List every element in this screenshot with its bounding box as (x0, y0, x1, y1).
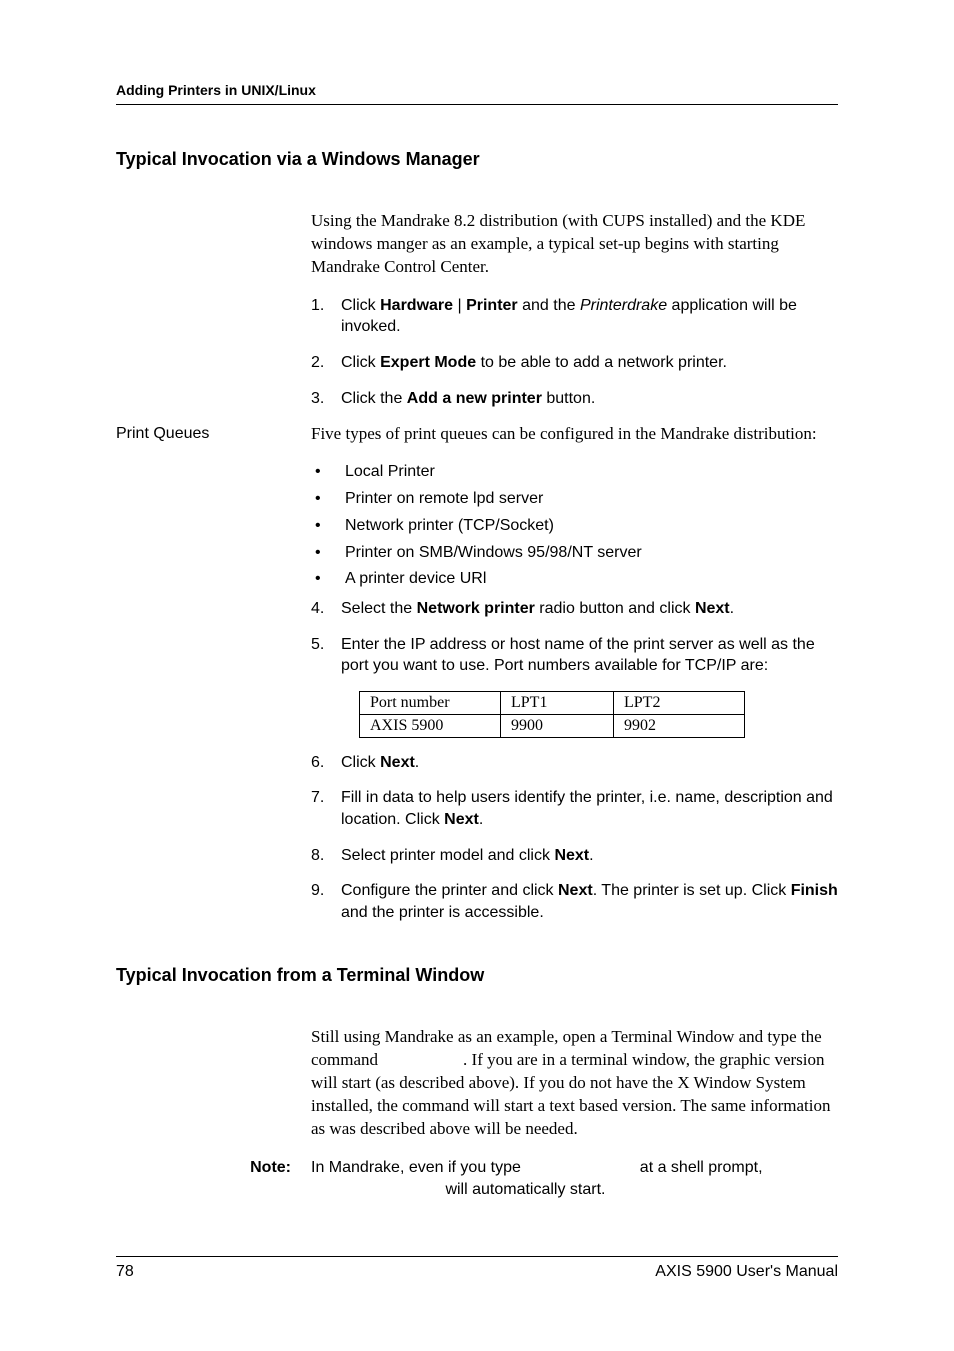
step-9: 9. Configure the printer and click Next.… (311, 880, 838, 923)
step-number: 8. (311, 845, 341, 867)
section1-intro: Using the Mandrake 8.2 distribution (wit… (311, 210, 838, 279)
step-2: 2. Click Expert Mode to be able to add a… (311, 352, 838, 374)
step-text: Select the Network printer radio button … (341, 598, 838, 620)
note-block: Note: In Mandrake, even if you type at a… (116, 1157, 838, 1200)
page-number: 78 (116, 1263, 134, 1281)
step-text: Fill in data to help users identify the … (341, 787, 838, 830)
note-label: Note: (116, 1157, 311, 1177)
running-head: Adding Printers in UNIX/Linux (116, 82, 838, 105)
list-item: •Printer on SMB/Windows 95/98/NT server (311, 543, 838, 564)
step-number: 1. (311, 295, 341, 338)
step-text: Click the Add a new printer button. (341, 388, 838, 410)
print-queues-steps: 4. Select the Network printer radio butt… (311, 598, 838, 677)
print-queues-main: Five types of print queues can be config… (311, 423, 838, 937)
print-queues-label: Print Queues (116, 423, 311, 443)
section1-steps: 1. Click Hardware | Printer and the Prin… (311, 295, 838, 409)
list-item: •A printer device URl (311, 569, 838, 590)
step-number: 5. (311, 634, 341, 677)
table-row: AXIS 5900 9900 9902 (360, 714, 745, 737)
step-number: 9. (311, 880, 341, 923)
step-text: Click Hardware | Printer and the Printer… (341, 295, 838, 338)
table-cell: LPT1 (501, 691, 614, 714)
step-5: 5. Enter the IP address or host name of … (311, 634, 838, 677)
print-queues-intro: Five types of print queues can be config… (311, 423, 838, 446)
table-row: Port number LPT1 LPT2 (360, 691, 745, 714)
print-queues-block: Print Queues Five types of print queues … (116, 423, 838, 937)
step-text: Click Next. (341, 752, 838, 774)
step-text: Configure the printer and click Next. Th… (341, 880, 838, 923)
step-3: 3. Click the Add a new printer button. (311, 388, 838, 410)
section1-body: Using the Mandrake 8.2 distribution (wit… (311, 210, 838, 409)
step-number: 6. (311, 752, 341, 774)
step-text: Enter the IP address or host name of the… (341, 634, 838, 677)
port-table: Port number LPT1 LPT2 AXIS 5900 9900 990… (359, 691, 745, 738)
footer: 78 AXIS 5900 User's Manual (116, 1256, 838, 1281)
list-item: •Printer on remote lpd server (311, 489, 838, 510)
step-4: 4. Select the Network printer radio butt… (311, 598, 838, 620)
bullet-icon: • (311, 543, 345, 564)
table-cell: LPT2 (614, 691, 745, 714)
table-cell: 9902 (614, 714, 745, 737)
step-number: 2. (311, 352, 341, 374)
bullet-icon: • (311, 489, 345, 510)
step-text: Click Expert Mode to be able to add a ne… (341, 352, 838, 374)
table-cell: 9900 (501, 714, 614, 737)
note-text: In Mandrake, even if you type at a shell… (311, 1157, 838, 1200)
section-title-1: Typical Invocation via a Windows Manager (116, 149, 838, 170)
print-queues-bullets: •Local Printer •Printer on remote lpd se… (311, 462, 838, 590)
bullet-icon: • (311, 569, 345, 590)
table-cell: AXIS 5900 (360, 714, 501, 737)
bullet-icon: • (311, 462, 345, 483)
list-item: •Network printer (TCP/Socket) (311, 516, 838, 537)
section-title-2: Typical Invocation from a Terminal Windo… (116, 965, 838, 986)
table-cell: Port number (360, 691, 501, 714)
note-main: In Mandrake, even if you type at a shell… (311, 1157, 838, 1200)
step-1: 1. Click Hardware | Printer and the Prin… (311, 295, 838, 338)
page: Adding Printers in UNIX/Linux Typical In… (0, 0, 954, 1351)
step-number: 4. (311, 598, 341, 620)
section2-para: Still using Mandrake as an example, open… (311, 1026, 838, 1141)
list-item: •Local Printer (311, 462, 838, 483)
print-queues-steps-2: 6. Click Next. 7. Fill in data to help u… (311, 752, 838, 924)
step-number: 3. (311, 388, 341, 410)
step-8: 8. Select printer model and click Next. (311, 845, 838, 867)
step-6: 6. Click Next. (311, 752, 838, 774)
doc-title: AXIS 5900 User's Manual (655, 1263, 838, 1281)
section2-body: Still using Mandrake as an example, open… (311, 1026, 838, 1141)
step-text: Select printer model and click Next. (341, 845, 838, 867)
step-7: 7. Fill in data to help users identify t… (311, 787, 838, 830)
bullet-icon: • (311, 516, 345, 537)
step-number: 7. (311, 787, 341, 830)
